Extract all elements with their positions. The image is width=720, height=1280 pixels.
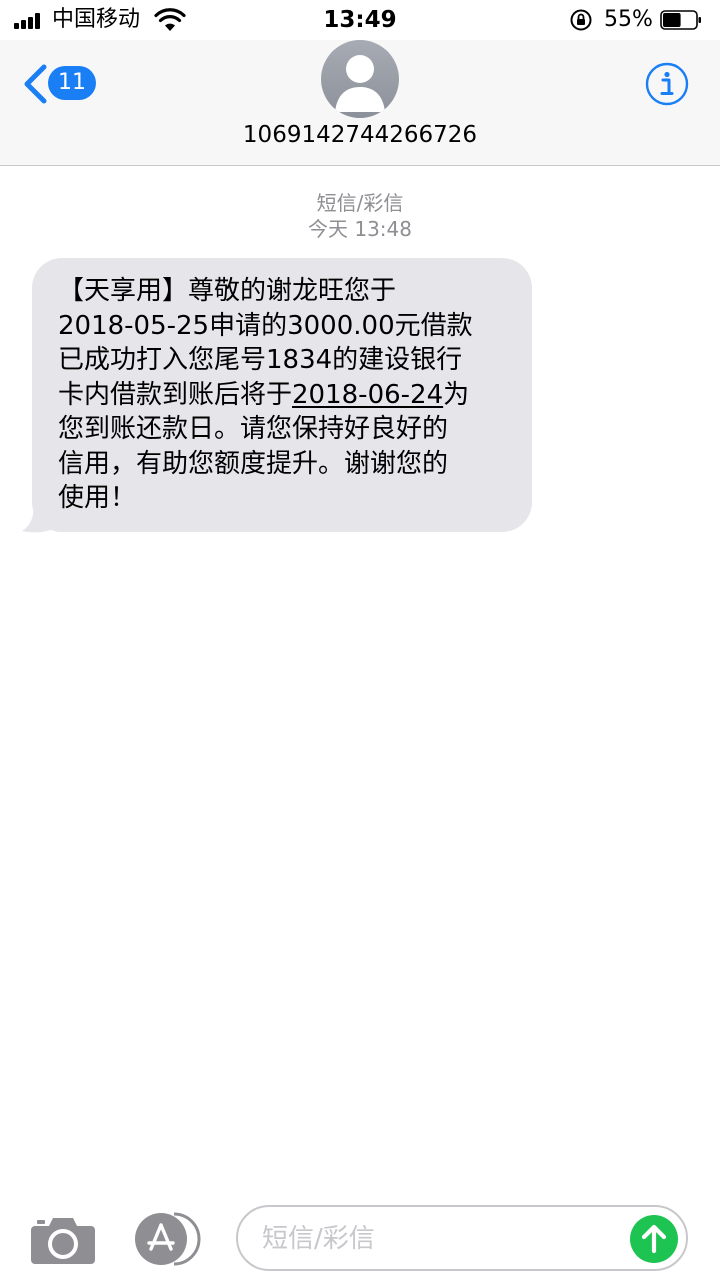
message-timestamp: 今天 13:48 bbox=[308, 217, 412, 241]
battery-percent: 55% bbox=[604, 7, 653, 32]
info-icon[interactable] bbox=[645, 62, 689, 106]
message-line: 【天享用】尊敬的谢龙旺您于 bbox=[58, 276, 397, 306]
message-bubble: 【天享用】尊敬的谢龙旺您于 2018-05-25申请的3000.00元借款 已成… bbox=[32, 258, 532, 532]
message-line: 2018-05-25申请的3000.00元借款 bbox=[58, 310, 473, 341]
incoming-message[interactable]: 【天享用】尊敬的谢龙旺您于 2018-05-25申请的3000.00元借款 已成… bbox=[22, 258, 534, 534]
message-line: 已成功打入您尾号1834的建设银行 bbox=[58, 345, 463, 375]
unread-count-badge: 11 bbox=[48, 66, 96, 100]
message-line: 为 bbox=[443, 379, 470, 410]
message-line: 信用，有助您额度提升。谢谢您的 bbox=[58, 448, 449, 479]
avatar[interactable] bbox=[321, 40, 399, 118]
send-arrow-icon bbox=[641, 1224, 667, 1254]
message-line: 使用！ bbox=[58, 483, 137, 513]
message-input[interactable]: 短信/彩信 bbox=[236, 1205, 688, 1271]
conversation-header: 11 1069142744266726 bbox=[0, 40, 720, 166]
rotation-lock-icon bbox=[570, 9, 592, 31]
avatar-icon bbox=[335, 55, 385, 112]
back-chevron-icon bbox=[24, 64, 47, 104]
status-bar: 中国移动 13:49 55% bbox=[0, 0, 720, 40]
camera-icon[interactable] bbox=[31, 1214, 95, 1264]
message-text: 【天享用】尊敬的谢龙旺您于 2018-05-25申请的3000.00元借款 已成… bbox=[58, 274, 528, 516]
input-placeholder: 短信/彩信 bbox=[262, 1224, 375, 1254]
battery-icon bbox=[660, 10, 701, 30]
message-line: 您到账还款日。请您保持好良好的 bbox=[58, 414, 449, 444]
send-button[interactable] bbox=[630, 1215, 678, 1263]
back-button[interactable]: 11 bbox=[22, 60, 102, 106]
date-link[interactable]: 2018-06-24 bbox=[292, 380, 443, 410]
message-type-label: 短信/彩信 bbox=[316, 191, 404, 215]
message-line: 卡内借款到账后将于 bbox=[58, 379, 293, 410]
contact-name[interactable]: 1069142744266726 bbox=[0, 120, 720, 150]
app-store-icon[interactable] bbox=[134, 1212, 202, 1266]
